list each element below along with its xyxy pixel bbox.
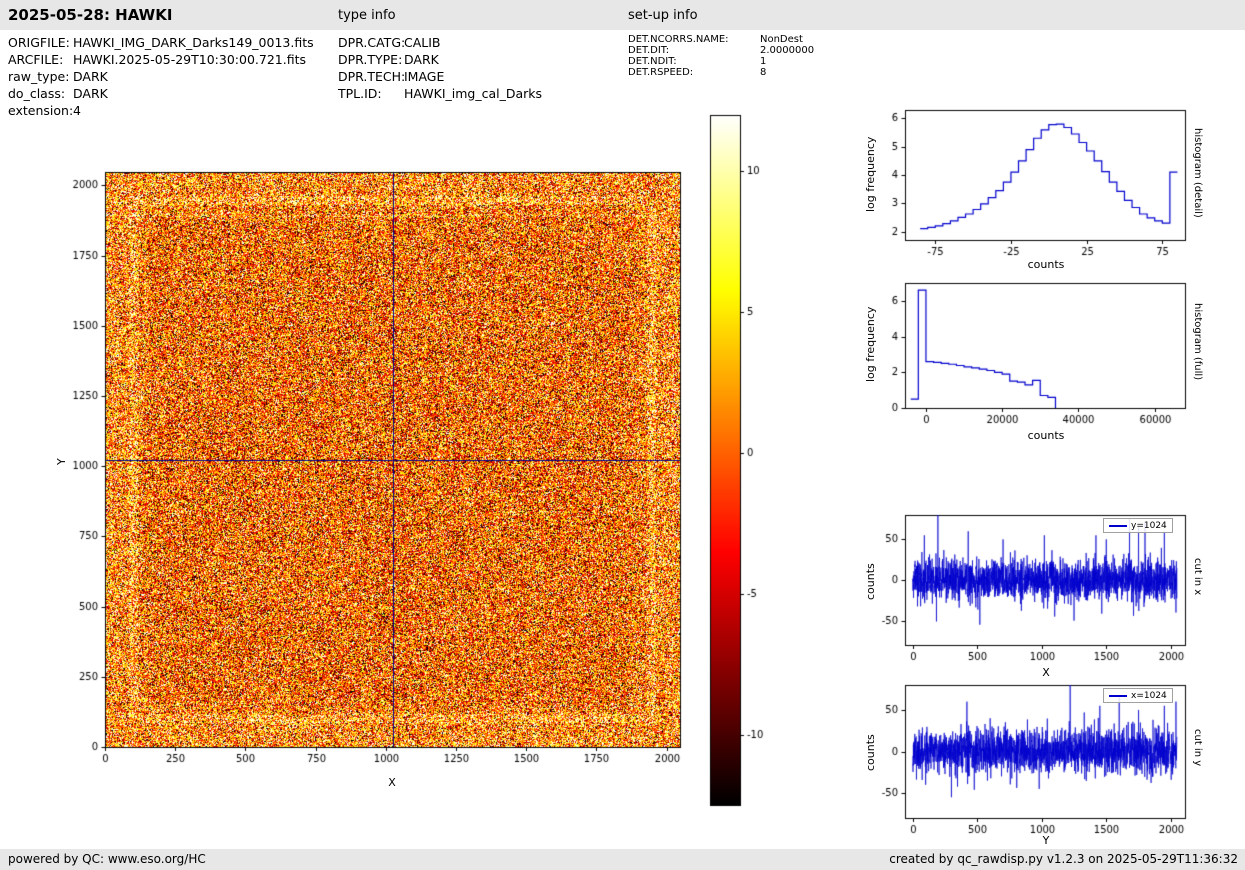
file-info-block: ORIGFILE: HAWKI_IMG_DARK_Darks149_0013.fi… [8, 34, 314, 119]
cut-x-ylabel: counts [864, 563, 877, 600]
hist-detail-xlabel: counts [1027, 258, 1065, 271]
meta-value-dprtype: DARK [404, 52, 439, 67]
meta-row: ARCFILE: HAWKI.2025-05-29T10:30:00.721.fi… [8, 51, 314, 68]
meta-value-ndit: 1 [760, 56, 767, 67]
meta-value-dprcatg: CALIB [404, 35, 441, 50]
meta-value-tplid: HAWKI_img_cal_Darks [404, 86, 543, 101]
meta-key-extension: extension: [8, 103, 74, 118]
meta-row: DPR.TYPE: DARK [338, 51, 542, 68]
cut-y-legend: x=1024 [1103, 688, 1173, 703]
type-info-block: DPR.CATG:CALIB DPR.TYPE: DARK DPR.TECH:IM… [338, 34, 542, 102]
cut-y-ylabel: counts [864, 734, 877, 771]
footer-left-text: powered by QC: www.eso.org/HC [8, 852, 206, 866]
meta-key-origfile: ORIGFILE: [8, 35, 70, 50]
cut-x-side-label: cut in x [1192, 558, 1203, 596]
meta-key-dprtype: DPR.TYPE: [338, 52, 403, 67]
meta-value-rawtype: DARK [73, 69, 108, 84]
meta-key-tplid: TPL.ID: [338, 86, 382, 101]
meta-row: extension:4 [8, 102, 314, 119]
meta-key-rawtype: raw_type: [8, 69, 70, 84]
meta-row: DET.DIT: 2.0000000 [628, 45, 814, 56]
meta-row: DPR.TECH:IMAGE [338, 68, 542, 85]
hist-detail-side-label: histogram (detail) [1192, 128, 1203, 218]
legend-line-sample [1109, 524, 1127, 527]
cut-y-legend-label: x=1024 [1131, 690, 1167, 701]
meta-row: raw_type: DARK [8, 68, 314, 85]
meta-value-ncorrs: NonDest [760, 34, 803, 45]
type-info-heading: type info [338, 8, 396, 23]
cut-y-side-label: cut in y [1192, 729, 1203, 767]
meta-key-dprtech: DPR.TECH: [338, 69, 406, 84]
meta-key-arcfile: ARCFILE: [8, 52, 64, 67]
setup-info-block: DET.NCORRS.NAME: NonDest DET.DIT: 2.000000… [628, 34, 814, 78]
hist-detail-ylabel: log frequency [864, 136, 877, 212]
cut-y-xlabel: Y [1042, 834, 1050, 847]
cut-x-legend: y=1024 [1103, 518, 1173, 533]
meta-value-doclass: DARK [73, 86, 108, 101]
footer-right-text: created by qc_rawdisp.py v1.2.3 on 2025-… [889, 852, 1238, 866]
colorbar-canvas [705, 110, 790, 816]
legend-line-sample [1109, 694, 1127, 697]
hist-full-ylabel: log frequency [864, 306, 877, 382]
setup-info-heading: set-up info [628, 8, 698, 23]
meta-value-origfile: HAWKI_IMG_DARK_Darks149_0013.fits [73, 35, 314, 50]
page-title: 2025-05-28: HAWKI [8, 6, 173, 24]
meta-value-extension: 4 [73, 103, 81, 118]
meta-value-dprtech: IMAGE [404, 69, 445, 84]
meta-row: DPR.CATG:CALIB [338, 34, 542, 51]
cut-x-legend-label: y=1024 [1131, 520, 1167, 531]
meta-key-dprcatg: DPR.CATG: [338, 35, 406, 50]
meta-row: DET.RSPEED: 8 [628, 67, 814, 78]
meta-row: TPL.ID: HAWKI_img_cal_Darks [338, 85, 542, 102]
meta-key-ncorrs: DET.NCORRS.NAME: [628, 34, 729, 45]
main-ylabel: Y [55, 458, 68, 465]
histogram-full-canvas [858, 271, 1203, 431]
meta-key-dit: DET.DIT: [628, 45, 670, 56]
meta-value-rspeed: 8 [760, 67, 767, 78]
histogram-detail-canvas [858, 98, 1203, 258]
meta-key-rspeed: DET.RSPEED: [628, 67, 694, 78]
meta-key-ndit: DET.NDIT: [628, 56, 677, 67]
cut-x-xlabel: X [1042, 666, 1050, 679]
detector-image-canvas [60, 160, 720, 810]
hist-full-side-label: histogram (full) [1192, 303, 1203, 381]
meta-row: ORIGFILE: HAWKI_IMG_DARK_Darks149_0013.fi… [8, 34, 314, 51]
meta-value-dit: 2.0000000 [760, 45, 815, 56]
meta-value-arcfile: HAWKI.2025-05-29T10:30:00.721.fits [73, 52, 306, 67]
hist-full-xlabel: counts [1027, 429, 1065, 442]
meta-row: DET.NCORRS.NAME: NonDest [628, 34, 814, 45]
header-bar [0, 0, 1245, 30]
main-xlabel: X [388, 776, 396, 789]
meta-row: do_class: DARK [8, 85, 314, 102]
meta-key-doclass: do_class: [8, 86, 66, 101]
meta-row: DET.NDIT: 1 [628, 56, 814, 67]
